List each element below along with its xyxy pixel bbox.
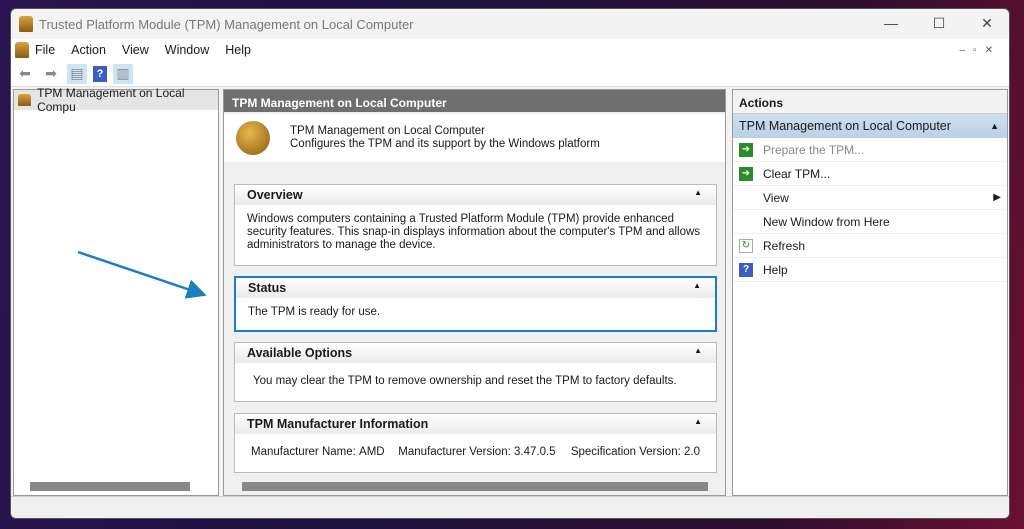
annotation-arrow [77, 250, 207, 299]
